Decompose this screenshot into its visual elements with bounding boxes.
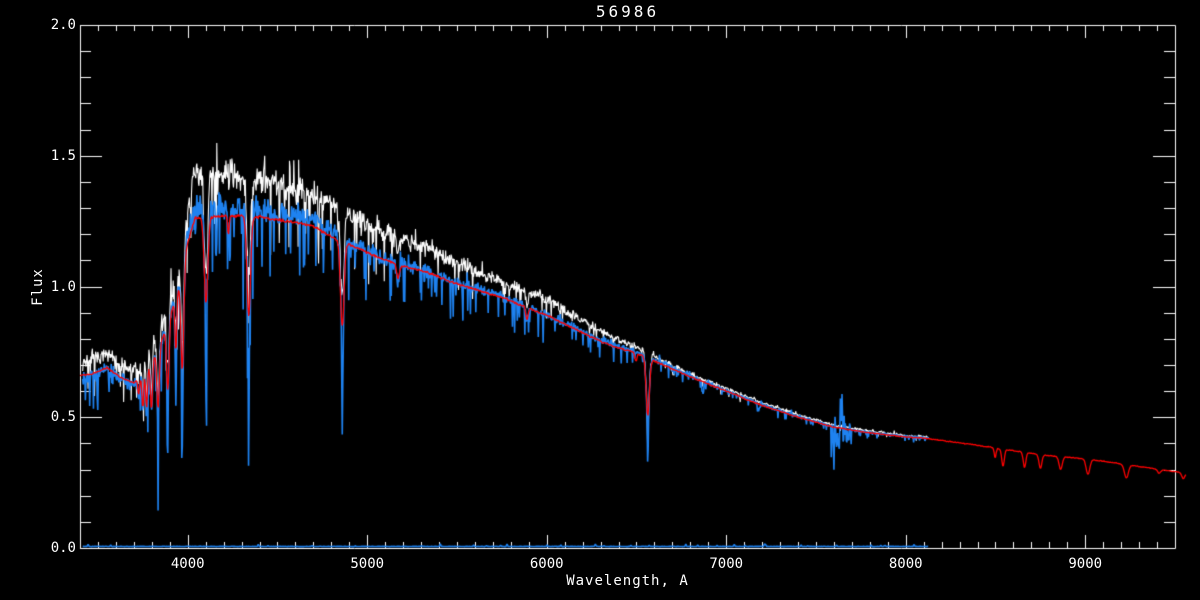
- x-tick-label: 4000: [170, 556, 205, 572]
- y-tick-label: 0.0: [50, 540, 76, 556]
- x-tick-label: 6000: [529, 556, 564, 572]
- y-tick-label: 1.5: [50, 147, 76, 164]
- x-axis-label: Wavelength, A: [566, 573, 689, 589]
- x-tick-label: 7000: [709, 556, 744, 572]
- y-tick-label: 1.0: [50, 278, 76, 295]
- spectrum-chart: 56986 Wavelength, A Flux 4000 5000 6000 700…: [0, 0, 1200, 600]
- x-tick-label: 8000: [888, 556, 923, 572]
- x-tick-label: 9000: [1068, 556, 1103, 572]
- x-tick-label: 5000: [350, 556, 385, 572]
- y-tick-label: 0.5: [50, 409, 76, 426]
- chart-title: 56986: [595, 2, 660, 21]
- spectrum-plot-canvas: [0, 0, 1200, 600]
- y-tick-label: 2.0: [50, 17, 76, 33]
